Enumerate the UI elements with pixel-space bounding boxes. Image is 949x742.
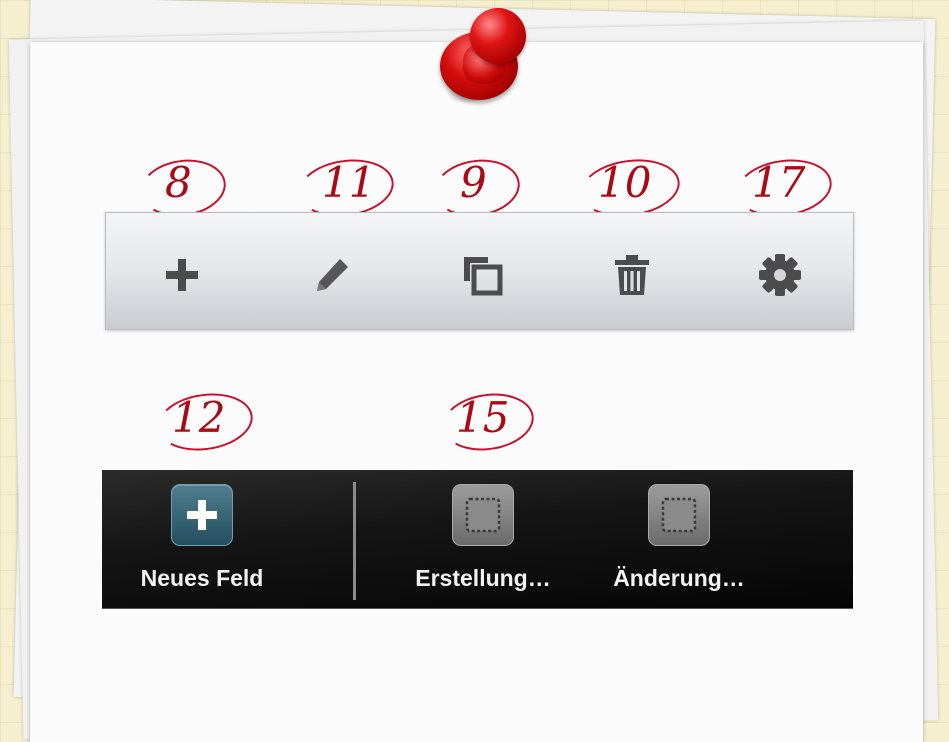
plus-tile-icon	[171, 484, 233, 546]
field-tile-icon	[648, 484, 710, 546]
modified-field-button[interactable]: Änderung…	[594, 484, 764, 592]
dashed-square-icon	[465, 497, 501, 533]
gear-icon	[759, 254, 801, 296]
annotation-created-field: 15	[456, 393, 510, 442]
plus-icon	[187, 500, 217, 530]
edit-button[interactable]	[302, 245, 362, 305]
created-field-button[interactable]: Erstellung…	[398, 484, 568, 592]
edit-toolbar	[105, 212, 854, 330]
pencil-icon	[317, 259, 348, 291]
new-field-button[interactable]: Neues Feld	[120, 484, 284, 592]
settings-button[interactable]	[750, 245, 810, 305]
plus-icon	[166, 259, 198, 291]
annotation-delete: 10	[598, 158, 652, 207]
toolbar-separator	[353, 482, 356, 600]
pushpin-head	[470, 8, 526, 64]
duplicate-icon	[464, 257, 503, 296]
new-field-label: Neues Feld	[140, 565, 264, 591]
annotation-new-field: 12	[172, 393, 226, 442]
delete-button[interactable]	[602, 245, 662, 305]
annotation-settings: 17	[752, 158, 806, 207]
duplicate-button[interactable]	[452, 245, 512, 305]
field-tile-icon	[452, 484, 514, 546]
annotation-edit: 11	[322, 158, 376, 207]
field-toolbar: Neues Feld Erstellung… Änderung…	[102, 470, 853, 609]
add-button[interactable]	[152, 245, 212, 305]
paper-sheet-front	[30, 42, 923, 742]
trash-icon	[615, 255, 649, 295]
dashed-square-icon	[661, 497, 697, 533]
modified-field-label: Änderung…	[613, 565, 745, 591]
created-field-label: Erstellung…	[415, 565, 551, 591]
annotation-add: 8	[165, 158, 192, 207]
annotation-duplicate: 9	[460, 158, 487, 207]
